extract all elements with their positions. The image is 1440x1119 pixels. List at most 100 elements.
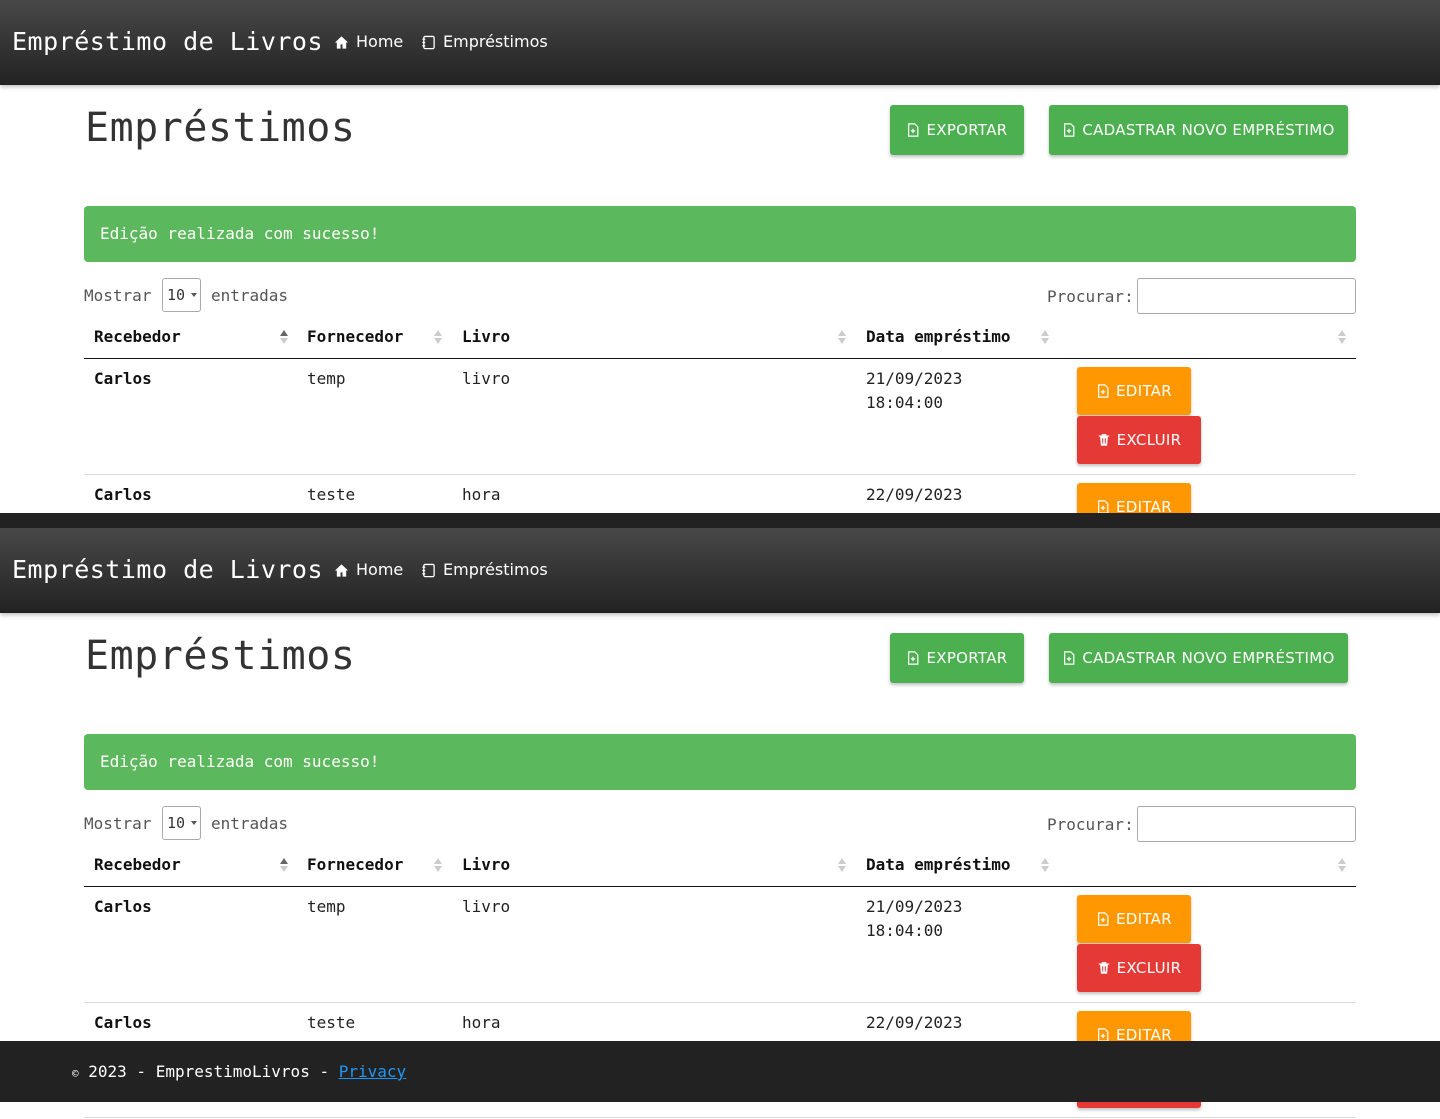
page-title: Empréstimos [85,105,356,151]
column-header-fornecedor[interactable]: Fornecedor [307,855,403,875]
delete-button[interactable]: EXCLUIR [1077,416,1201,464]
sort-icon[interactable] [838,858,846,872]
cell-fornecedor: temp [307,369,346,388]
cell-recebedor: Carlos [94,369,152,388]
file-plus-icon [1098,912,1109,926]
navbar: Empréstimo de Livros Home Empréstimos [0,0,1440,85]
cell-recebedor: Carlos [94,1013,152,1032]
nav-loans-label: Empréstimos [443,32,548,51]
home-icon [334,35,349,49]
page-size-value: 10 [167,286,186,304]
navbar: Empréstimo de Livros Home Empréstimos [0,528,1440,613]
nav-home-label: Home [356,32,404,51]
cell-data-date: 22/09/2023 [866,1013,963,1032]
search-input[interactable] [1137,278,1356,314]
nav-loans-link[interactable]: Empréstimos [421,560,548,580]
cell-data-date: 22/09/2023 [866,485,963,504]
success-alert: Edição realizada com sucesso! [84,206,1356,262]
new-loan-button[interactable]: CADASTRAR NOVO EMPRÉSTIMO [1049,633,1348,683]
export-button-label: EXPORTAR [926,121,1008,139]
page-size-select[interactable]: 10 [162,278,201,312]
export-button[interactable]: EXPORTAR [890,105,1024,155]
table-row-divider [84,1002,1356,1003]
cell-data-date: 21/09/2023 [866,897,963,916]
nav-loans-label: Empréstimos [443,560,548,579]
table-header-divider [84,358,1356,359]
column-header-livro[interactable]: Livro [462,327,510,347]
caret-down-icon [191,821,197,825]
cell-livro: livro [462,369,511,388]
column-header-livro[interactable]: Livro [462,855,510,875]
page-size-value: 10 [167,814,186,832]
edit-button-label: EDITAR [1116,910,1172,928]
cell-livro: livro [462,897,511,916]
new-loan-button-label: CADASTRAR NOVO EMPRÉSTIMO [1082,121,1335,139]
navbar-brand[interactable]: Empréstimo de Livros [12,27,323,57]
privacy-link[interactable]: Privacy [339,1062,406,1081]
edit-button[interactable]: EDITAR [1077,895,1191,943]
file-plus-icon [1098,384,1109,398]
sort-icon[interactable] [434,858,442,872]
footer: © 2023 - EmprestimoLivros - Privacy [0,1041,1440,1102]
nav-home-label: Home [356,560,404,579]
success-alert: Edição realizada com sucesso! [84,734,1356,790]
nav-loans-link[interactable]: Empréstimos [421,32,548,52]
export-button[interactable]: EXPORTAR [890,633,1024,683]
search-input[interactable] [1137,806,1356,842]
show-label: Mostrar [84,814,152,833]
trash-icon [1098,962,1109,974]
column-header-recebedor[interactable]: Recebedor [94,327,181,347]
column-header-recebedor[interactable]: Recebedor [94,855,181,875]
sort-icon[interactable] [1041,330,1049,344]
edit-button-label: EDITAR [1116,382,1172,400]
entries-label: entradas [211,814,289,833]
file-plus-icon [1064,123,1075,137]
cell-fornecedor: teste [307,485,356,504]
cell-recebedor: Carlos [94,897,152,916]
page-title: Empréstimos [85,633,356,679]
cell-fornecedor: temp [307,897,346,916]
column-header-fornecedor[interactable]: Fornecedor [307,327,403,347]
caret-down-icon [191,293,197,297]
delete-button[interactable]: EXCLUIR [1077,944,1201,992]
file-plus-icon [1064,651,1075,665]
footer-copyright: 2023 - EmprestimoLivros - [88,1062,339,1081]
navbar-brand[interactable]: Empréstimo de Livros [12,555,323,585]
file-plus-icon [908,651,919,665]
sort-icon[interactable] [1338,330,1346,344]
delete-button-label: EXCLUIR [1116,431,1182,449]
notebook-icon [422,563,435,577]
delete-button-label: EXCLUIR [1116,959,1182,977]
cell-data-time: 18:04:00 [866,921,944,940]
column-header-data[interactable]: Data empréstimo [866,855,1011,875]
page-size-select[interactable]: 10 [162,806,201,840]
copyright-symbol: © [72,1067,79,1080]
sort-icon[interactable] [1338,858,1346,872]
notebook-icon [422,35,435,49]
file-plus-icon [1098,500,1109,514]
cell-data-date: 21/09/2023 [866,369,963,388]
sort-asc-icon[interactable] [280,858,288,872]
entries-label: entradas [211,286,289,305]
file-plus-icon [1098,1028,1109,1042]
new-loan-button[interactable]: CADASTRAR NOVO EMPRÉSTIMO [1049,105,1348,155]
search-label: Procurar: [1047,815,1134,834]
edit-button[interactable]: EDITAR [1077,367,1191,415]
screen-capture-1: Empréstimo de Livros Home Empréstimos Em… [0,0,1440,574]
cell-fornecedor: teste [307,1013,356,1032]
table-header-divider [84,886,1356,887]
new-loan-button-label: CADASTRAR NOVO EMPRÉSTIMO [1082,649,1335,667]
trash-icon [1098,434,1109,446]
cell-livro: hora [462,485,501,504]
sort-icon[interactable] [1041,858,1049,872]
nav-home-link[interactable]: Home [334,32,403,52]
column-header-data[interactable]: Data empréstimo [866,327,1011,347]
home-icon [334,563,349,577]
export-button-label: EXPORTAR [926,649,1008,667]
sort-asc-icon[interactable] [280,330,288,344]
nav-home-link[interactable]: Home [334,560,403,580]
cell-recebedor: Carlos [94,485,152,504]
cell-livro: hora [462,1013,501,1032]
sort-icon[interactable] [838,330,846,344]
sort-icon[interactable] [434,330,442,344]
